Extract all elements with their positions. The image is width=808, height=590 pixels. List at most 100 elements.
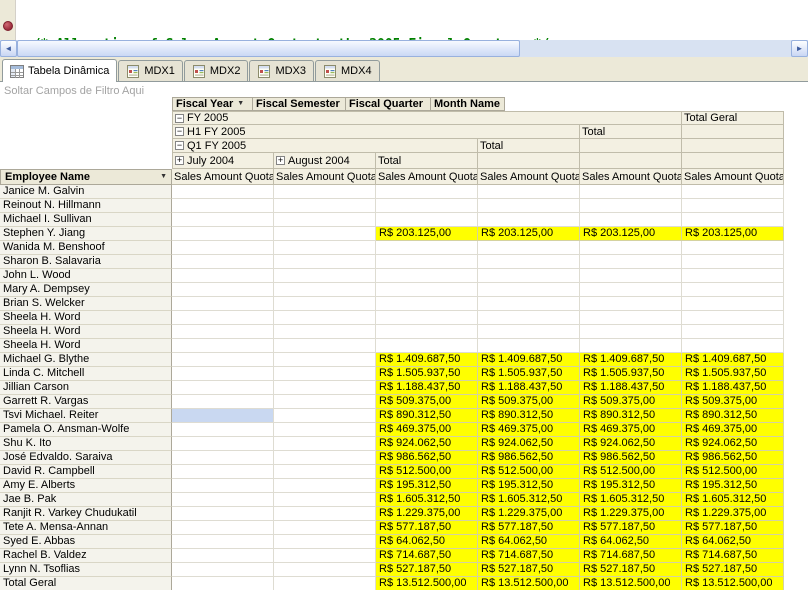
quota-cell[interactable]: R$ 509.375,00	[376, 395, 478, 409]
quota-cell[interactable]: R$ 1.409.687,50	[682, 353, 784, 367]
quota-cell[interactable]	[172, 213, 274, 227]
quota-cell[interactable]: R$ 890.312,50	[682, 409, 784, 423]
quota-cell[interactable]: R$ 890.312,50	[580, 409, 682, 423]
employee-name-label[interactable]: Sheela H. Word	[0, 339, 172, 353]
measure-header[interactable]: Sales Amount Quota	[172, 169, 274, 185]
quota-cell[interactable]	[274, 269, 376, 283]
quota-cell[interactable]: R$ 64.062,50	[376, 535, 478, 549]
employee-name-label[interactable]: Janice M. Galvin	[0, 185, 172, 199]
scroll-left-button[interactable]: ◄	[0, 40, 17, 57]
quota-cell[interactable]: R$ 527.187,50	[478, 563, 580, 577]
quota-cell[interactable]: R$ 1.409.687,50	[376, 353, 478, 367]
quota-cell[interactable]	[274, 199, 376, 213]
quota-cell[interactable]	[172, 381, 274, 395]
quota-cell[interactable]: R$ 1.605.312,50	[682, 493, 784, 507]
quota-cell[interactable]	[580, 297, 682, 311]
employee-name-label[interactable]: Reinout N. Hillmann	[0, 199, 172, 213]
quota-cell[interactable]	[478, 213, 580, 227]
dropdown-arrow-icon[interactable]: ▼	[160, 171, 167, 183]
quota-cell[interactable]	[580, 255, 682, 269]
employee-name-label[interactable]: Mary A. Dempsey	[0, 283, 172, 297]
quota-cell[interactable]	[274, 339, 376, 353]
quota-cell[interactable]	[682, 269, 784, 283]
quota-cell[interactable]	[580, 339, 682, 353]
collapse-icon[interactable]: −	[175, 141, 184, 150]
quota-cell[interactable]	[478, 269, 580, 283]
quota-cell[interactable]	[580, 185, 682, 199]
quota-cell[interactable]	[580, 325, 682, 339]
quota-cell[interactable]: R$ 986.562,50	[580, 451, 682, 465]
quota-cell[interactable]	[172, 255, 274, 269]
quota-cell[interactable]: R$ 1.229.375,00	[478, 507, 580, 521]
quota-cell[interactable]	[682, 325, 784, 339]
quota-cell[interactable]	[376, 241, 478, 255]
quota-cell[interactable]	[172, 507, 274, 521]
quota-cell[interactable]: R$ 512.500,00	[478, 465, 580, 479]
quota-cell[interactable]: R$ 714.687,50	[478, 549, 580, 563]
quota-cell[interactable]	[172, 465, 274, 479]
scroll-right-button[interactable]: ►	[791, 40, 808, 57]
quota-cell[interactable]	[274, 185, 376, 199]
quota-cell[interactable]	[172, 563, 274, 577]
employee-name-label[interactable]: Brian S. Welcker	[0, 297, 172, 311]
quota-cell[interactable]	[274, 255, 376, 269]
quota-cell[interactable]: R$ 527.187,50	[376, 563, 478, 577]
quota-cell[interactable]: R$ 714.687,50	[682, 549, 784, 563]
selected-cell[interactable]	[172, 409, 274, 423]
dropdown-arrow-icon[interactable]: ▼	[237, 98, 244, 110]
quota-cell[interactable]: R$ 986.562,50	[478, 451, 580, 465]
column-field-fiscal-quarter[interactable]: Fiscal Quarter	[345, 97, 431, 111]
measure-header[interactable]: Sales Amount Quota	[580, 169, 682, 185]
quota-cell[interactable]: R$ 512.500,00	[376, 465, 478, 479]
quota-cell[interactable]: R$ 64.062,50	[478, 535, 580, 549]
header-h1-total[interactable]: Total	[580, 125, 682, 139]
quota-cell[interactable]	[274, 283, 376, 297]
quota-cell[interactable]: R$ 509.375,00	[478, 395, 580, 409]
column-field-month-name[interactable]: Month Name	[430, 97, 505, 111]
quota-cell[interactable]: R$ 527.187,50	[682, 563, 784, 577]
measure-header[interactable]: Sales Amount Quota	[682, 169, 784, 185]
quota-cell[interactable]	[580, 241, 682, 255]
quota-cell[interactable]: R$ 203.125,00	[478, 227, 580, 241]
employee-name-label[interactable]: Ranjit R. Varkey Chudukatil	[0, 507, 172, 521]
quota-cell[interactable]	[172, 451, 274, 465]
quota-cell[interactable]: R$ 577.187,50	[682, 521, 784, 535]
quota-cell[interactable]: R$ 512.500,00	[580, 465, 682, 479]
expand-icon[interactable]: +	[276, 156, 285, 165]
quota-cell[interactable]	[172, 577, 274, 590]
quota-cell[interactable]: R$ 13.512.500,00	[682, 577, 784, 590]
quota-cell[interactable]	[682, 213, 784, 227]
quota-cell[interactable]	[274, 409, 376, 423]
quota-cell[interactable]	[274, 241, 376, 255]
tab-mdx2[interactable]: MDX2	[184, 60, 249, 81]
header-july-2004[interactable]: + July 2004	[172, 153, 274, 169]
quota-cell[interactable]	[172, 549, 274, 563]
quota-cell[interactable]: R$ 469.375,00	[580, 423, 682, 437]
employee-name-label[interactable]: David R. Campbell	[0, 465, 172, 479]
quota-cell[interactable]	[682, 241, 784, 255]
quota-cell[interactable]	[172, 493, 274, 507]
quota-cell[interactable]	[580, 283, 682, 297]
quota-cell[interactable]	[478, 185, 580, 199]
quota-cell[interactable]	[580, 269, 682, 283]
quota-cell[interactable]: R$ 1.605.312,50	[376, 493, 478, 507]
quota-cell[interactable]	[376, 325, 478, 339]
quota-cell[interactable]: R$ 714.687,50	[580, 549, 682, 563]
quota-cell[interactable]: R$ 986.562,50	[682, 451, 784, 465]
employee-name-label[interactable]: Sheela H. Word	[0, 311, 172, 325]
quota-cell[interactable]	[478, 255, 580, 269]
quota-cell[interactable]	[478, 339, 580, 353]
quota-cell[interactable]: R$ 577.187,50	[376, 521, 478, 535]
employee-name-label[interactable]: Michael I. Sullivan	[0, 213, 172, 227]
quota-cell[interactable]: R$ 1.409.687,50	[478, 353, 580, 367]
mdx-code-editor[interactable]: /* Allocation of Sales Amount Quota to t…	[0, 0, 808, 40]
quota-cell[interactable]	[274, 311, 376, 325]
quota-cell[interactable]	[478, 199, 580, 213]
quota-cell[interactable]	[172, 535, 274, 549]
employee-name-label[interactable]: Michael G. Blythe	[0, 353, 172, 367]
tab-mdx3[interactable]: MDX3	[249, 60, 314, 81]
grand-total-label[interactable]: Total Geral	[0, 577, 172, 590]
quota-cell[interactable]	[172, 353, 274, 367]
employee-name-label[interactable]: Lynn N. Tsoflias	[0, 563, 172, 577]
quota-cell[interactable]: R$ 64.062,50	[580, 535, 682, 549]
